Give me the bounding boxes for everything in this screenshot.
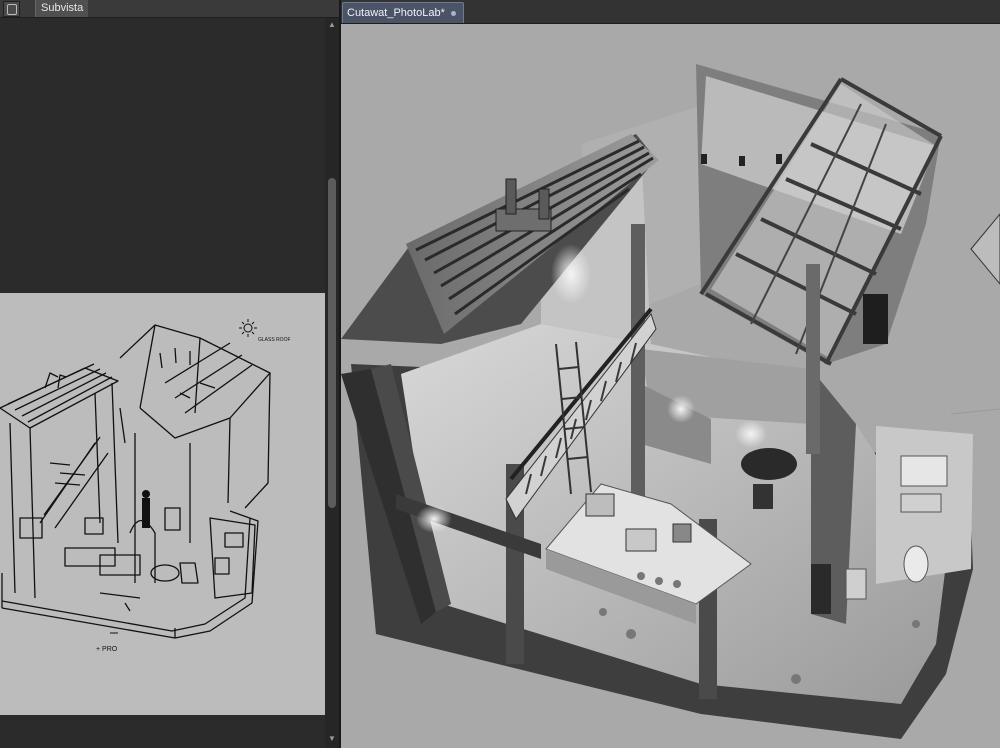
- sketch-note-glass-roof: GLASS ROOF: [258, 337, 291, 343]
- subview-header: Subvista: [0, 0, 340, 18]
- subview-footer: [0, 715, 325, 748]
- subview-panel-icon[interactable]: [3, 1, 20, 17]
- subview-tab[interactable]: Subvista: [35, 0, 89, 17]
- modified-dot-icon[interactable]: [451, 11, 456, 16]
- drawing-canvas[interactable]: [341, 24, 1000, 748]
- document-tab-title: Cutawat_PhotoLab*: [347, 7, 445, 19]
- cutaway-render: [341, 24, 1000, 748]
- subview-panel: Subvista GLASS ROOF + PRO ▲ ▼: [0, 0, 340, 748]
- frame-icon: [7, 4, 17, 15]
- subview-scrollbar[interactable]: ▲ ▼: [325, 18, 339, 748]
- scroll-down-icon[interactable]: ▼: [327, 734, 337, 744]
- document-tabbar: Cutawat_PhotoLab*: [341, 0, 1000, 24]
- subview-empty-area: [0, 18, 325, 293]
- scrollbar-thumb[interactable]: [328, 178, 336, 508]
- canvas-pane: Cutawat_PhotoLab*: [341, 0, 1000, 748]
- subview-reference-sketch[interactable]: GLASS ROOF + PRO: [0, 293, 325, 715]
- sketch-note-pro: + PRO: [96, 646, 118, 653]
- document-tab[interactable]: Cutawat_PhotoLab*: [342, 2, 464, 23]
- scroll-up-icon[interactable]: ▲: [327, 20, 337, 30]
